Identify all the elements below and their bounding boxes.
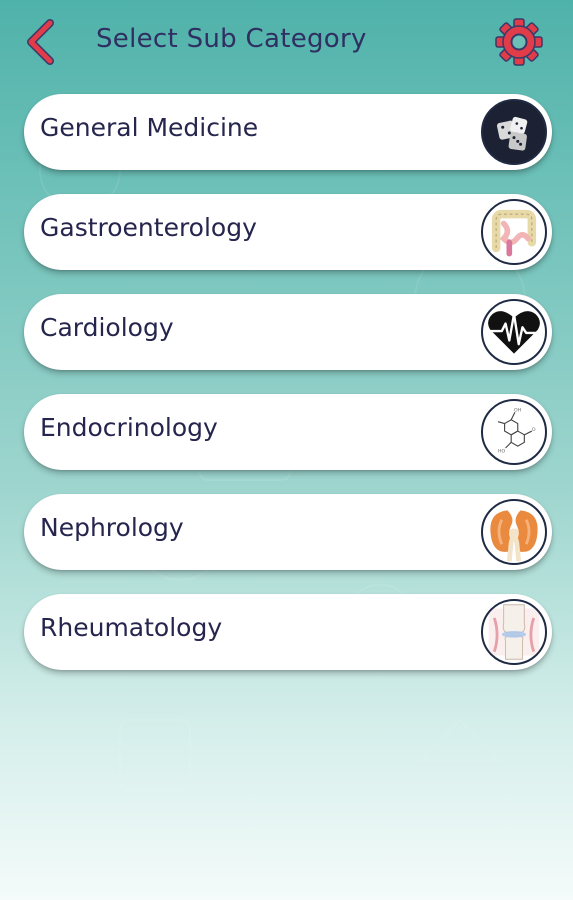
page-title: Select Sub Category [96, 24, 367, 54]
category-label: Rheumatology [40, 613, 223, 642]
app-header: Select Sub Category [0, 0, 573, 86]
chevron-left-icon [27, 19, 54, 65]
category-label: Nephrology [40, 513, 184, 542]
kidney-icon [481, 499, 547, 565]
category-item-general-medicine[interactable]: General Medicine [24, 94, 552, 170]
molecule-icon: OH O HO [481, 399, 547, 465]
settings-button[interactable] [494, 17, 544, 67]
category-item-nephrology[interactable]: Nephrology [24, 494, 552, 570]
intestine-icon [481, 199, 547, 265]
heartbeat-icon [481, 299, 547, 365]
category-label: General Medicine [40, 113, 259, 142]
svg-text:OH: OH [514, 407, 522, 413]
category-label: Endocrinology [40, 413, 218, 442]
category-item-endocrinology[interactable]: Endocrinology OH O HO [24, 394, 552, 470]
svg-text:HO: HO [498, 449, 506, 455]
category-label: Gastroenterology [40, 213, 257, 242]
category-item-rheumatology[interactable]: Rheumatology [24, 594, 552, 670]
sub-category-list: General Medicine Gastroenterology Cardio… [24, 94, 552, 694]
category-label: Cardiology [40, 313, 174, 342]
category-item-cardiology[interactable]: Cardiology [24, 294, 552, 370]
gear-icon [495, 18, 543, 66]
category-item-gastroenterology[interactable]: Gastroenterology [24, 194, 552, 270]
back-button[interactable] [22, 18, 64, 66]
dice-icon [481, 99, 547, 165]
knee-joint-icon [481, 599, 547, 665]
svg-text:O: O [532, 427, 536, 433]
